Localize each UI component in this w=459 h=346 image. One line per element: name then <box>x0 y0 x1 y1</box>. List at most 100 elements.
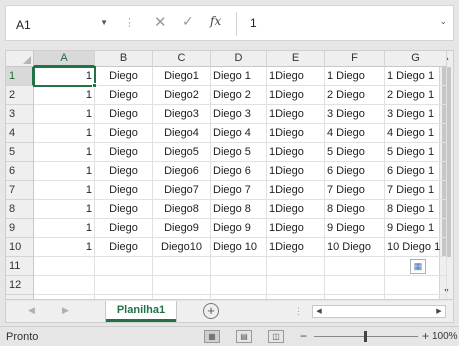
cell-b5[interactable]: Diego <box>95 143 153 162</box>
cell-b8[interactable]: Diego <box>95 200 153 219</box>
cell-d10[interactable]: Diego 10 <box>211 238 267 257</box>
cell-b13[interactable] <box>95 295 153 299</box>
chevron-down-icon[interactable]: ▼ <box>100 18 108 27</box>
row-header-11[interactable]: 11 <box>6 257 34 276</box>
cell-c2[interactable]: Diego2 <box>153 86 211 105</box>
cell-f3[interactable]: 3 Diego <box>325 105 385 124</box>
name-box[interactable]: A1 ▼ <box>12 16 108 34</box>
cell-a4[interactable]: 1 <box>34 124 95 143</box>
cell-a12[interactable] <box>34 276 95 295</box>
cell-d9[interactable]: Diego 9 <box>211 219 267 238</box>
row-header-8[interactable]: 8 <box>6 200 34 219</box>
cell-e6[interactable]: 1Diego <box>267 162 325 181</box>
cell-c5[interactable]: Diego5 <box>153 143 211 162</box>
insert-function-button[interactable]: fx <box>210 14 221 28</box>
cell-b1[interactable]: Diego <box>95 67 153 86</box>
cell-b11[interactable] <box>95 257 153 276</box>
cell-a8[interactable]: 1 <box>34 200 95 219</box>
cell-d1[interactable]: Diego 1 <box>211 67 267 86</box>
row-header-12[interactable]: 12 <box>6 276 34 295</box>
cell-f11[interactable] <box>325 257 385 276</box>
cell-d4[interactable]: Diego 4 <box>211 124 267 143</box>
horizontal-scrollbar[interactable]: ◀ ▶ <box>312 305 446 318</box>
cell-b10[interactable]: Diego <box>95 238 153 257</box>
cell-f13[interactable] <box>325 295 385 299</box>
row-header-1[interactable]: 1 <box>6 67 34 86</box>
cell-c7[interactable]: Diego7 <box>153 181 211 200</box>
cell-c8[interactable]: Diego8 <box>153 200 211 219</box>
cell-g7[interactable]: 7 Diego 1 <box>385 181 447 200</box>
row-header-6[interactable]: 6 <box>6 162 34 181</box>
cell-a1[interactable]: 1 <box>34 67 95 86</box>
zoom-slider-thumb[interactable] <box>364 331 367 342</box>
select-all-button[interactable] <box>6 51 34 67</box>
row-header-4[interactable]: 4 <box>6 124 34 143</box>
cell-e11[interactable] <box>267 257 325 276</box>
cell-g4[interactable]: 4 Diego 1 <box>385 124 447 143</box>
spreadsheet-grid[interactable]: ▲ ▼ ABCDEFG11DiegoDiego1Diego 11Diego1 D… <box>5 50 454 300</box>
cell-b7[interactable]: Diego <box>95 181 153 200</box>
column-header-b[interactable]: B <box>95 51 153 67</box>
cell-c6[interactable]: Diego6 <box>153 162 211 181</box>
enter-icon[interactable]: ✓ <box>182 13 194 30</box>
cell-c1[interactable]: Diego1 <box>153 67 211 86</box>
column-header-e[interactable]: E <box>267 51 325 67</box>
cell-g5[interactable]: 5 Diego 1 <box>385 143 447 162</box>
cancel-icon[interactable]: ✕ <box>154 13 167 31</box>
cell-f6[interactable]: 6 Diego <box>325 162 385 181</box>
scroll-left-icon[interactable]: ◀ <box>314 306 324 317</box>
column-header-a[interactable]: A <box>34 51 95 67</box>
cell-f8[interactable]: 8 Diego <box>325 200 385 219</box>
cell-d13[interactable] <box>211 295 267 299</box>
cell-b4[interactable]: Diego <box>95 124 153 143</box>
previous-sheet-icon[interactable]: ◀ <box>28 305 35 316</box>
scroll-right-icon[interactable]: ▶ <box>434 306 444 317</box>
cell-c12[interactable] <box>153 276 211 295</box>
row-header-2[interactable]: 2 <box>6 86 34 105</box>
cell-f5[interactable]: 5 Diego <box>325 143 385 162</box>
cell-d5[interactable]: Diego 5 <box>211 143 267 162</box>
view-normal-icon[interactable]: ▦ <box>204 330 220 343</box>
cell-f4[interactable]: 4 Diego <box>325 124 385 143</box>
cell-f12[interactable] <box>325 276 385 295</box>
cell-e8[interactable]: 1Diego <box>267 200 325 219</box>
row-header-10[interactable]: 10 <box>6 238 34 257</box>
cell-b2[interactable]: Diego <box>95 86 153 105</box>
cell-e1[interactable]: 1Diego <box>267 67 325 86</box>
zoom-level[interactable]: 100% <box>432 331 458 342</box>
view-page-break-icon[interactable]: ◫ <box>268 330 284 343</box>
row-header-13[interactable]: 13 <box>6 295 34 299</box>
cell-e12[interactable] <box>267 276 325 295</box>
cell-a6[interactable]: 1 <box>34 162 95 181</box>
cell-g13[interactable] <box>385 295 447 299</box>
cell-f10[interactable]: 10 Diego <box>325 238 385 257</box>
cell-a2[interactable]: 1 <box>34 86 95 105</box>
cell-f9[interactable]: 9 Diego <box>325 219 385 238</box>
row-header-9[interactable]: 9 <box>6 219 34 238</box>
cell-e10[interactable]: 1Diego <box>267 238 325 257</box>
cell-d2[interactable]: Diego 2 <box>211 86 267 105</box>
cell-b9[interactable]: Diego <box>95 219 153 238</box>
cell-e7[interactable]: 1Diego <box>267 181 325 200</box>
cell-e9[interactable]: 1Diego <box>267 219 325 238</box>
sheet-tab-planilha1[interactable]: Planilha1 <box>106 301 176 322</box>
cell-e5[interactable]: 1Diego <box>267 143 325 162</box>
cell-g10[interactable]: 10 Diego 1 <box>385 238 447 257</box>
cell-g6[interactable]: 6 Diego 1 <box>385 162 447 181</box>
cell-c13[interactable] <box>153 295 211 299</box>
cell-c11[interactable] <box>153 257 211 276</box>
column-header-g[interactable]: G <box>385 51 447 67</box>
cell-e2[interactable]: 1Diego <box>267 86 325 105</box>
cell-d11[interactable] <box>211 257 267 276</box>
cell-d6[interactable]: Diego 6 <box>211 162 267 181</box>
cell-b6[interactable]: Diego <box>95 162 153 181</box>
cell-g2[interactable]: 2 Diego 1 <box>385 86 447 105</box>
cell-b3[interactable]: Diego <box>95 105 153 124</box>
zoom-out-button[interactable]: − <box>300 329 307 343</box>
cell-a7[interactable]: 1 <box>34 181 95 200</box>
cell-g12[interactable] <box>385 276 447 295</box>
cell-a9[interactable]: 1 <box>34 219 95 238</box>
row-header-5[interactable]: 5 <box>6 143 34 162</box>
fill-handle[interactable] <box>92 83 97 88</box>
row-header-7[interactable]: 7 <box>6 181 34 200</box>
